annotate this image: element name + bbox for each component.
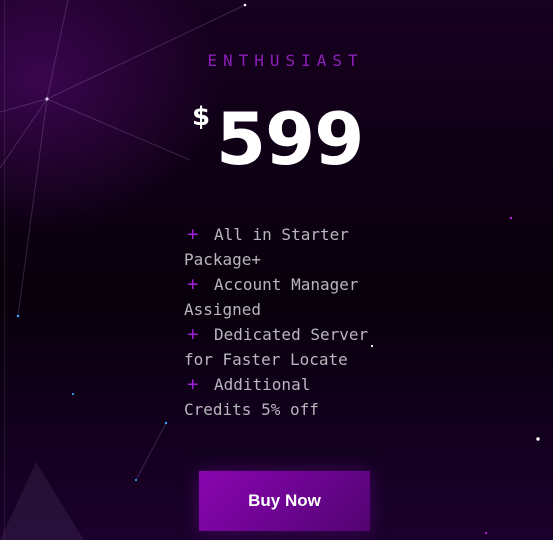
feature-text: All in Starter Package+ (184, 225, 349, 269)
feature-text: Dedicated Server for Faster Locate (184, 325, 369, 369)
plus-icon: + (187, 223, 199, 245)
plus-icon: + (187, 273, 199, 295)
plan-tier-label: ENTHUSIAST (207, 51, 364, 70)
feature-item: + Account Manager Assigned (184, 272, 384, 322)
buy-now-button[interactable]: Buy Now (199, 471, 370, 531)
price-amount: 599 (216, 97, 364, 181)
feature-text: Additional Credits 5% off (184, 375, 319, 419)
plus-icon: + (187, 323, 199, 345)
feature-text: Account Manager Assigned (184, 275, 359, 319)
feature-item: + Dedicated Server for Faster Locate (184, 322, 384, 372)
plus-icon: + (187, 373, 199, 395)
background-triangle (0, 462, 84, 540)
currency-symbol: $ (192, 102, 211, 132)
feature-list: + All in Starter Package+ + Account Manage… (184, 222, 384, 422)
feature-item: + Additional Credits 5% off (184, 372, 384, 422)
feature-item: + All in Starter Package+ (184, 222, 384, 272)
